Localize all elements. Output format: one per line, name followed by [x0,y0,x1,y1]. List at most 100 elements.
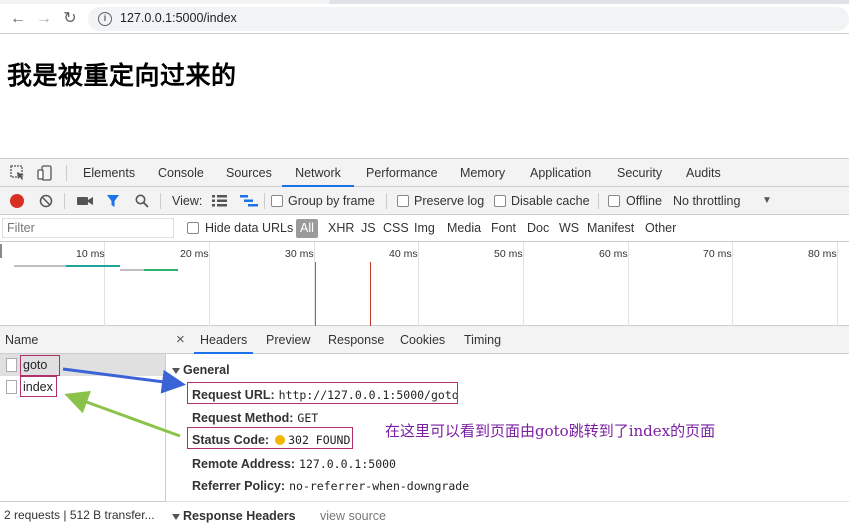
filter-icon[interactable] [106,194,120,208]
waterfall-icon[interactable] [240,195,258,207]
divider [166,501,849,502]
timeline-tick-label: 70 ms [703,248,732,260]
preserve-log-checkbox[interactable] [397,195,409,207]
info-icon[interactable]: i [98,12,112,26]
timeline-tick-label: 30 ms [285,248,314,260]
forward-icon[interactable]: → [34,9,54,29]
throttling-select[interactable]: No throttling [673,187,740,215]
tab-audits[interactable]: Audits [680,159,727,187]
search-icon[interactable] [135,194,149,208]
tab-response[interactable]: Response [322,326,390,354]
disable-cache-checkbox[interactable] [494,195,506,207]
timeline-tick-label: 40 ms [389,248,418,260]
document-icon [6,358,17,372]
hide-data-urls-label: Hide data URLs [205,221,294,235]
general-section-title: General [183,363,230,377]
view-source-link[interactable]: view source [320,509,386,523]
header-key: Referrer Policy: [192,479,286,493]
load-event-line [370,262,371,326]
request-bar [120,269,144,271]
triangle-down-icon [172,513,180,520]
clear-icon[interactable] [39,194,53,208]
timeline-gridline [418,242,419,326]
tab-console[interactable]: Console [152,159,210,187]
tab-cookies[interactable]: Cookies [394,326,451,354]
request-bar [144,269,178,271]
filter-type-manifest[interactable]: Manifest [587,215,634,242]
tab-performance[interactable]: Performance [360,159,444,187]
timeline-tick-label: 60 ms [599,248,628,260]
filter-type-css[interactable]: CSS [383,215,409,242]
filter-type-ws[interactable]: WS [559,215,579,242]
filter-type-xhr[interactable]: XHR [328,215,354,242]
dom-content-loaded-line [315,262,316,326]
name-column-header[interactable]: Name [0,326,166,354]
tab-memory[interactable]: Memory [454,159,511,187]
device-toolbar-icon[interactable] [36,164,54,182]
timeline-tick-label: 80 ms [808,248,837,260]
general-section-toggle[interactable]: General [172,363,230,377]
separator [386,193,387,209]
devtools-tab-bar: Elements Console Sources Network Perform… [0,159,849,187]
disable-cache-label: Disable cache [511,194,590,208]
tab-headers[interactable]: Headers [194,326,254,354]
filter-type-all[interactable]: All [296,219,318,238]
timeline-overview[interactable]: 10 ms 20 ms 30 ms 40 ms 50 ms 60 ms 70 m… [0,242,849,326]
tab-timing[interactable]: Timing [458,326,507,354]
group-by-frame-label: Group by frame [288,194,375,208]
timeline-gridline [837,242,838,326]
page-heading: 我是被重定向过来的 [7,61,237,90]
timeline-gridline [523,242,524,326]
filter-input[interactable] [2,218,174,238]
camera-icon[interactable] [77,195,93,207]
address-bar: ← → ↻ i 127.0.0.1:5000/index [0,4,849,34]
timeline-gridline [732,242,733,326]
tab-application[interactable]: Application [524,159,597,187]
filter-bar: Hide data URLs All XHR JS CSS Img Media … [0,215,849,242]
tab-network[interactable]: Network [282,159,354,187]
response-headers-toggle[interactable]: Response Headers [172,509,296,523]
tab-preview[interactable]: Preview [260,326,316,354]
filter-type-doc[interactable]: Doc [527,215,549,242]
timeline-gridline [628,242,629,326]
tab-security[interactable]: Security [611,159,668,187]
timeline-tick-label: 20 ms [180,248,209,260]
filter-type-js[interactable]: JS [361,215,376,242]
highlight-box-status-code [187,427,353,449]
highlight-box-goto [20,355,60,376]
filter-type-img[interactable]: Img [414,215,435,242]
back-icon[interactable]: ← [8,9,28,29]
offline-checkbox[interactable] [608,195,620,207]
preserve-log-label: Preserve log [414,194,485,208]
tab-elements[interactable]: Elements [77,159,141,187]
request-bar [66,265,120,267]
inspect-element-icon[interactable] [9,164,27,182]
highlight-box-request-url [187,382,458,404]
header-value: no-referrer-when-downgrade [289,479,470,493]
large-rows-icon[interactable] [212,195,227,207]
timeline-start-marker [0,244,2,258]
network-toolbar: View: Group by frame Preserve log Disabl… [0,187,849,215]
filter-type-media[interactable]: Media [447,215,481,242]
filter-type-font[interactable]: Font [491,215,516,242]
close-icon[interactable]: × [170,326,191,354]
separator [66,165,67,181]
triangle-down-icon [172,367,180,374]
separator [64,193,65,209]
url-omnibox[interactable]: i 127.0.0.1:5000/index [88,7,849,31]
separator [598,193,599,209]
detail-tab-bar: × Headers Preview Response Cookies Timin… [166,326,849,354]
group-by-frame-checkbox[interactable] [271,195,283,207]
timeline-tick-label: 10 ms [76,248,105,260]
annotation-note: 在这里可以看到页面由goto跳转到了index的页面 [385,422,716,440]
tab-sources[interactable]: Sources [220,159,278,187]
offline-label: Offline [626,194,662,208]
filter-type-other[interactable]: Other [645,215,676,242]
timeline-tick-label: 50 ms [494,248,523,260]
referrer-policy-row: Referrer Policy: no-referrer-when-downgra… [192,479,469,493]
hide-data-urls-checkbox[interactable] [187,222,199,234]
record-icon[interactable] [10,194,24,208]
chevron-down-icon[interactable]: ▼ [762,187,772,215]
reload-icon[interactable]: ↻ [60,9,80,29]
header-value: GET [297,411,319,425]
